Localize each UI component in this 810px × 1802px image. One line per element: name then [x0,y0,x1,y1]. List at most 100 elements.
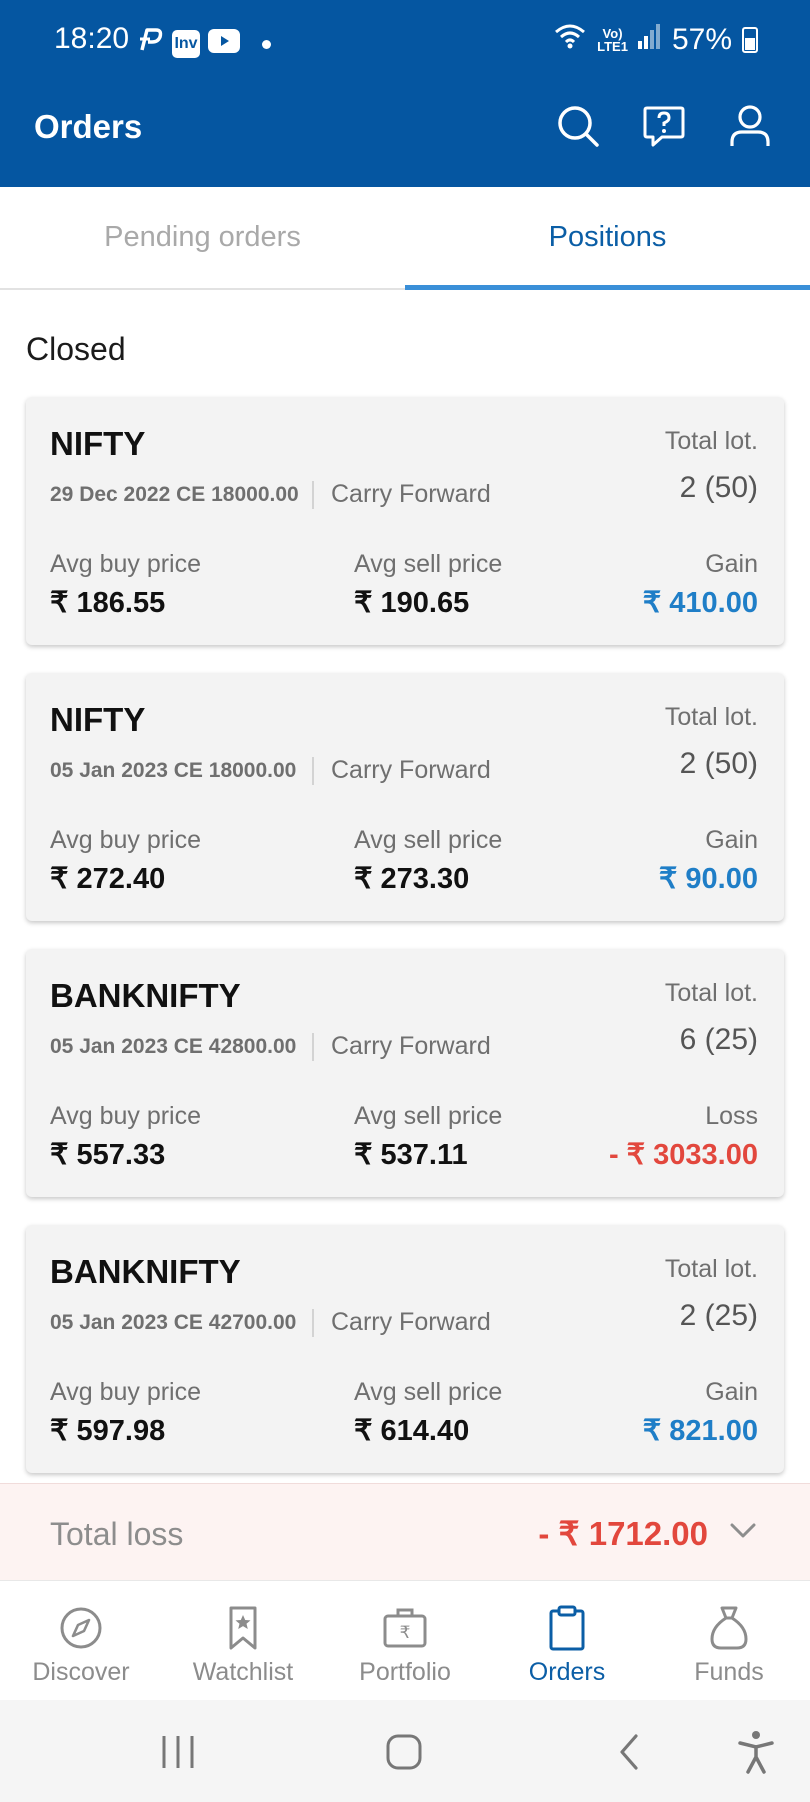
total-lot-label: Total lot. [664,703,758,731]
avg-buy-value: ₹ 597.98 [50,1415,166,1447]
avg-buy-value: ₹ 186.55 [50,587,166,619]
status-bar: 18:20 Inv Vo) LTE1 57% [0,0,810,84]
compass-icon [56,1603,106,1653]
nav-orders[interactable]: Orders [486,1581,648,1701]
avg-buy-label: Avg buy price [50,550,202,578]
status-indicators: Vo) LTE1 57% [553,22,758,58]
divider [312,1309,314,1337]
avg-sell-label: Avg sell price [354,1378,503,1406]
position-contract: 05 Jan 2023 CE 18000.00 [50,759,297,782]
nav-label: Funds [694,1658,764,1686]
product-type: Carry Forward [331,480,491,508]
pl-label: Gain [705,1378,758,1406]
position-symbol: NIFTY [50,701,146,738]
total-summary-bar[interactable]: Total loss - ₹ 1712.00 [0,1483,810,1580]
position-contract: 29 Dec 2022 CE 18000.00 [50,483,299,506]
back-icon[interactable] [606,1728,654,1776]
position-card[interactable]: NIFTY 29 Dec 2022 CE 18000.00 Carry Forw… [26,397,784,645]
search-icon[interactable] [556,104,600,148]
total-lot-value: 6 (25) [679,1023,758,1056]
product-type: Carry Forward [331,756,491,784]
pl-value: - ₹ 3033.00 [608,1139,758,1171]
avg-sell-value: ₹ 614.40 [354,1415,470,1447]
avg-sell-value: ₹ 273.30 [354,863,470,895]
lte-label: LTE1 [597,39,628,54]
svg-text:₹: ₹ [400,1623,411,1643]
avg-buy-value: ₹ 557.33 [50,1139,166,1171]
product-type: Carry Forward [331,1032,491,1060]
battery-icon [742,27,758,53]
tab-pending-orders[interactable]: Pending orders [0,187,405,288]
nav-label: Orders [528,1658,606,1686]
avg-sell-label: Avg sell price [354,1102,503,1130]
total-value: - ₹ 1712.00 [538,1515,708,1552]
total-lot-value: 2 (50) [679,747,758,780]
avg-sell-label: Avg sell price [354,826,503,854]
position-symbol: BANKNIFTY [50,977,241,1014]
order-tabs: Pending orders Positions [0,187,810,290]
total-lot-label: Total lot. [664,427,758,455]
recent-apps-icon[interactable] [154,1728,202,1776]
status-time: 18:20 [54,22,130,55]
avg-buy-value: ₹ 272.40 [50,863,166,895]
money-bag-icon [704,1603,754,1653]
wifi-icon [553,22,587,58]
product-type: Carry Forward [331,1308,491,1336]
avg-buy-label: Avg buy price [50,1102,202,1130]
volte-indicator: Vo) LTE1 [597,27,628,53]
avg-buy-label: Avg buy price [50,826,202,854]
nav-discover[interactable]: Discover [0,1581,162,1701]
total-lot-label: Total lot. [664,1255,758,1283]
paytm-icon [136,26,164,62]
nav-watchlist[interactable]: Watchlist [162,1581,324,1701]
nav-funds[interactable]: Funds [648,1581,810,1701]
accessibility-icon[interactable] [732,1728,780,1776]
app-header: 18:20 Inv Vo) LTE1 57% Orders [0,0,810,187]
system-navigation-bar [0,1700,810,1802]
avg-sell-value: ₹ 190.65 [354,587,470,619]
divider [312,757,314,785]
position-contract: 05 Jan 2023 CE 42800.00 [50,1035,297,1058]
page-title: Orders [34,108,143,145]
battery-percentage: 57% [671,23,732,56]
nav-label: Discover [32,1658,130,1686]
position-symbol: NIFTY [50,425,146,462]
youtube-icon [208,27,240,61]
chevron-down-icon[interactable] [728,1516,758,1546]
total-label: Total loss [50,1516,184,1552]
pl-label: Loss [705,1102,758,1130]
inv-icon: Inv [172,30,200,58]
position-contract: 05 Jan 2023 CE 42700.00 [50,1311,297,1334]
home-icon[interactable] [380,1728,428,1776]
total-lot-value: 2 (50) [679,471,758,504]
position-card[interactable]: BANKNIFTY 05 Jan 2023 CE 42700.00 Carry … [26,1225,784,1473]
help-icon[interactable] [642,104,686,148]
pl-label: Gain [705,826,758,854]
bookmark-star-icon [218,1603,268,1653]
avg-buy-label: Avg buy price [50,1378,202,1406]
section-title-closed: Closed [26,331,126,367]
profile-icon[interactable] [728,104,772,148]
position-symbol: BANKNIFTY [50,1253,241,1290]
pl-value: ₹ 410.00 [642,587,758,619]
position-card[interactable]: BANKNIFTY 05 Jan 2023 CE 42800.00 Carry … [26,949,784,1197]
total-lot-value: 2 (25) [679,1299,758,1332]
pl-label: Gain [705,550,758,578]
clipboard-icon [542,1603,592,1653]
nav-label: Watchlist [192,1658,294,1686]
pl-value: ₹ 90.00 [658,863,758,895]
tab-positions[interactable]: Positions [405,187,810,290]
position-card[interactable]: NIFTY 05 Jan 2023 CE 18000.00 Carry Forw… [26,673,784,921]
divider [312,481,314,509]
total-lot-label: Total lot. [664,979,758,1007]
status-app-icons: Inv [136,26,271,62]
avg-sell-label: Avg sell price [354,550,503,578]
nav-label: Portfolio [359,1658,451,1686]
bottom-navigation: Discover Watchlist ₹ Portfolio Orders Fu… [0,1580,810,1700]
avg-sell-value: ₹ 537.11 [354,1139,468,1171]
nav-portfolio[interactable]: ₹ Portfolio [324,1581,486,1701]
pl-value: ₹ 821.00 [642,1415,758,1447]
signal-icon [637,23,662,57]
notification-dot-icon [262,39,271,49]
divider [312,1033,314,1061]
